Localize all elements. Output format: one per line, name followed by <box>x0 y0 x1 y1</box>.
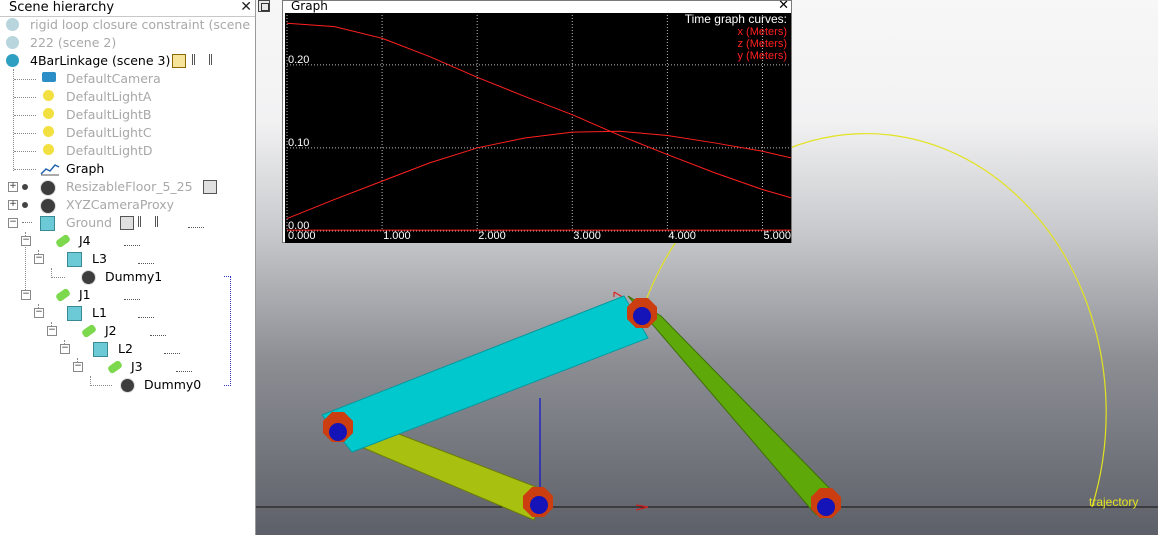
model-dot-icon <box>22 184 28 190</box>
panel-titlebar: Scene hierarchy ✕ <box>0 0 255 17</box>
tree-item-l3[interactable]: − L3 <box>0 250 255 268</box>
light-icon <box>43 108 54 119</box>
y-tick-label: 0.10 <box>288 137 309 149</box>
dynamics-icon <box>138 307 154 318</box>
joint-icon <box>106 359 124 375</box>
dynamics-icon <box>150 325 166 336</box>
joint-j3 <box>523 487 553 517</box>
tree-connector-icon <box>22 222 32 223</box>
expand-icon[interactable]: + <box>8 200 18 210</box>
dynamics-icon <box>164 343 180 354</box>
tree-item-dummy1[interactable]: Dummy1 <box>0 268 255 286</box>
model-icon <box>40 180 56 196</box>
close-icon[interactable]: ✕ <box>778 0 789 13</box>
dynamics-icon <box>124 235 140 246</box>
collapse-icon[interactable]: − <box>21 236 31 246</box>
cuboid-icon <box>93 342 108 357</box>
collapse-icon[interactable]: − <box>21 290 31 300</box>
joint-j2 <box>627 298 657 328</box>
light-icon <box>43 126 54 137</box>
scene-icon <box>6 18 19 31</box>
collapse-icon[interactable]: − <box>73 362 83 372</box>
tree-item-l2[interactable]: − L2 <box>0 340 255 358</box>
dynamics-icon <box>188 217 204 228</box>
dynamics-icon <box>176 361 192 372</box>
tree-item-dummy0[interactable]: Dummy0 <box>0 376 255 394</box>
dynamics-icon <box>124 289 140 300</box>
tree-item-defaultlightb[interactable]: DefaultLightB <box>0 106 255 124</box>
expand-icon[interactable]: + <box>8 182 18 192</box>
joint-icon <box>80 323 98 339</box>
tree-item-graph[interactable]: Graph <box>0 160 255 178</box>
tree-item-scene-2[interactable]: 222 (scene 2) <box>0 34 255 52</box>
tree-item-resizablefloor[interactable]: + ResizableFloor_5_25 <box>0 178 255 196</box>
trajectory-label: trajectory <box>1089 495 1138 509</box>
tree-item-j4[interactable]: − J4 <box>0 232 255 250</box>
x-tick-label: 2.000 <box>478 230 506 242</box>
joint-icon <box>54 233 72 249</box>
dummy-icon <box>81 270 96 285</box>
graph-window[interactable]: Graph ✕ 0.000 1.000 2.000 3.000 4.000 5.000 0… <box>282 0 792 243</box>
joint-j1 <box>323 412 353 442</box>
legend-y: y (Meters) <box>738 50 788 62</box>
tree-item-ground[interactable]: − Ground <box>0 214 255 232</box>
tree-item-j2[interactable]: − J2 <box>0 322 255 340</box>
x-tick-label: 3.000 <box>573 230 601 242</box>
script-icon[interactable] <box>203 180 217 194</box>
cuboid-icon <box>67 252 82 267</box>
tree-item-xyzcameraproxy[interactable]: + XYZCameraProxy <box>0 196 255 214</box>
scene-icon <box>6 36 19 49</box>
settings-icon[interactable] <box>138 216 158 227</box>
tree-item-defaultlightd[interactable]: DefaultLightD <box>0 142 255 160</box>
dummy-icon <box>120 378 135 393</box>
script-icon[interactable] <box>120 216 134 230</box>
dynamics-icon <box>138 253 154 264</box>
model-icon <box>40 198 56 214</box>
x-tick-label: 5.000 <box>763 230 791 242</box>
x-tick-label: 4.000 <box>668 230 696 242</box>
time-graph-chart: 0.000 1.000 2.000 3.000 4.000 5.000 0.000.100… <box>285 13 791 243</box>
tree-item-defaultlighta[interactable]: DefaultLightA <box>0 88 255 106</box>
link-l3 <box>627 295 842 516</box>
legend-z: z (Meters) <box>738 38 788 50</box>
panel-title: Scene hierarchy <box>9 0 115 15</box>
light-icon <box>43 90 54 101</box>
script-icon[interactable] <box>172 54 186 68</box>
scene-hierarchy-panel[interactable]: Scene hierarchy ✕ rigid loop closure con… <box>0 0 256 535</box>
legend-x: x (Meters) <box>738 26 788 38</box>
graph-titlebar[interactable]: Graph ✕ <box>283 0 791 13</box>
scene-icon <box>6 54 19 67</box>
tree-item-j1[interactable]: − J1 <box>0 286 255 304</box>
cuboid-icon <box>40 216 55 231</box>
collapse-icon[interactable]: − <box>8 218 18 228</box>
joint-j4 <box>811 488 841 518</box>
link-l1 <box>321 295 649 453</box>
graph-icon <box>40 164 60 176</box>
collapse-icon[interactable]: − <box>34 254 44 264</box>
chart-background <box>285 13 791 243</box>
close-icon[interactable]: ✕ <box>240 0 252 15</box>
view-toggle-button[interactable] <box>258 0 270 12</box>
camera-icon <box>42 72 56 82</box>
legend-title: Time graph curves: <box>685 13 787 26</box>
tree-item-defaultlightc[interactable]: DefaultLightC <box>0 124 255 142</box>
model-dot-icon <box>22 202 28 208</box>
graph-title: Graph <box>291 0 328 13</box>
collapse-icon[interactable]: − <box>47 326 57 336</box>
tree-item-defaultcamera[interactable]: DefaultCamera <box>0 70 255 88</box>
collapse-icon[interactable]: − <box>60 344 70 354</box>
collapse-icon[interactable]: − <box>34 308 44 318</box>
x-tick-label: 1.000 <box>383 230 411 242</box>
y-tick-label: 0.20 <box>288 54 309 66</box>
light-icon <box>43 144 54 155</box>
tree-item-j3[interactable]: − J3 <box>0 358 255 376</box>
joint-icon <box>54 287 72 303</box>
tree-item-l1[interactable]: − L1 <box>0 304 255 322</box>
settings-icon[interactable] <box>192 54 212 65</box>
cuboid-icon <box>67 306 82 321</box>
tree-item-scene-1[interactable]: rigid loop closure constraint (scene 1) <box>0 16 255 34</box>
tree-item-scene-3[interactable]: 4BarLinkage (scene 3) <box>0 52 255 70</box>
